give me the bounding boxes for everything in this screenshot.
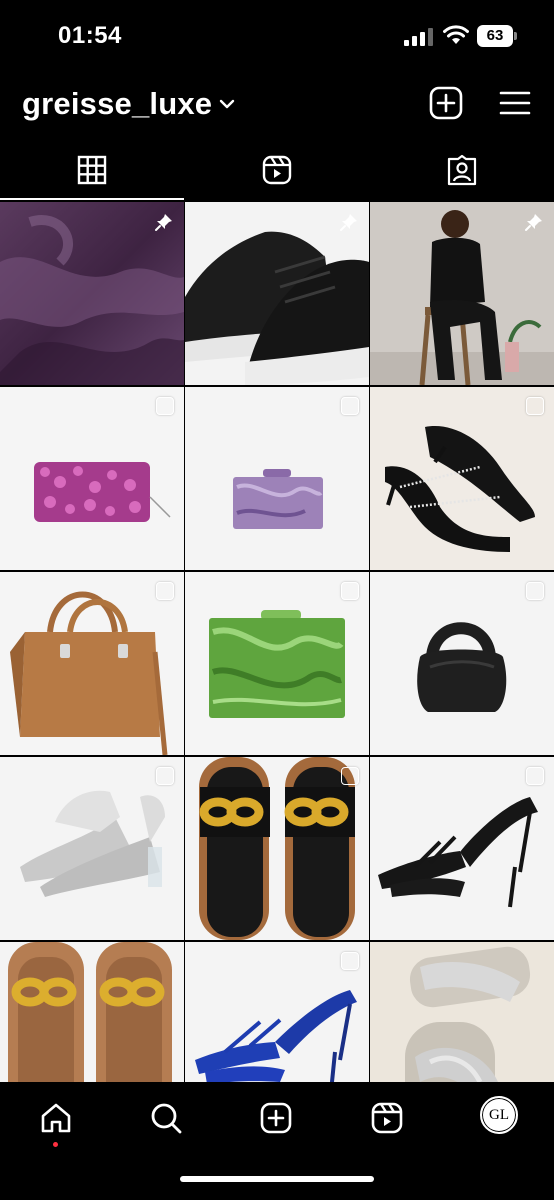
battery-indicator: 63	[477, 25, 517, 47]
select-checkbox[interactable]	[341, 952, 359, 970]
select-checkbox[interactable]	[156, 582, 174, 600]
post-tile-14[interactable]	[185, 942, 369, 1082]
bottom-tab-bar: GL	[0, 1082, 554, 1200]
post-image	[185, 387, 369, 570]
tab-tagged[interactable]	[370, 140, 554, 200]
post-image	[185, 757, 369, 940]
post-tile-4[interactable]	[0, 387, 184, 570]
battery-tip	[514, 32, 517, 40]
post-tile-15[interactable]	[370, 942, 554, 1082]
post-tile-10[interactable]	[0, 757, 184, 940]
nav-reels[interactable]	[367, 1098, 407, 1138]
reels-icon	[371, 1102, 403, 1134]
select-checkbox[interactable]	[341, 767, 359, 785]
home-icon	[41, 1103, 71, 1133]
profile-username: greisse_luxe	[22, 86, 213, 121]
tagged-icon	[447, 154, 477, 186]
post-image	[0, 387, 184, 570]
select-checkbox[interactable]	[341, 397, 359, 415]
select-checkbox[interactable]	[156, 397, 174, 415]
select-checkbox[interactable]	[341, 582, 359, 600]
post-image	[0, 572, 184, 755]
post-tile-6[interactable]	[370, 387, 554, 570]
reels-icon	[262, 155, 292, 185]
post-tile-3[interactable]	[370, 202, 554, 385]
post-image	[0, 757, 184, 940]
posts-grid	[0, 202, 554, 1082]
post-image	[370, 572, 554, 755]
nav-home[interactable]	[36, 1098, 76, 1138]
post-image	[185, 572, 369, 755]
pin-icon	[525, 214, 542, 231]
battery-level: 63	[477, 25, 513, 47]
create-post-icon[interactable]	[429, 86, 463, 120]
status-time: 01:54	[58, 22, 122, 49]
post-image	[370, 387, 554, 570]
post-tile-11[interactable]	[185, 757, 369, 940]
profile-tabs	[0, 140, 554, 200]
tab-posts-grid[interactable]	[0, 140, 184, 200]
create-icon	[260, 1102, 292, 1134]
pin-icon	[155, 214, 172, 231]
account-switcher[interactable]: greisse_luxe	[22, 86, 236, 122]
post-image	[370, 757, 554, 940]
post-tile-1[interactable]	[0, 202, 184, 385]
post-tile-12[interactable]	[370, 757, 554, 940]
post-tile-5[interactable]	[185, 387, 369, 570]
search-icon	[151, 1103, 182, 1134]
select-checkbox[interactable]	[526, 767, 544, 785]
status-bar: 01:54 63	[0, 0, 554, 72]
cellular-signal-icon	[404, 28, 433, 46]
post-tile-13[interactable]	[0, 942, 184, 1082]
post-tile-8[interactable]	[185, 572, 369, 755]
wifi-icon	[443, 25, 469, 44]
select-checkbox[interactable]	[156, 767, 174, 785]
menu-icon[interactable]	[498, 86, 532, 120]
profile-header: greisse_luxe	[0, 72, 554, 138]
active-tab-indicator	[0, 198, 184, 200]
profile-avatar[interactable]: GL	[480, 1096, 518, 1134]
post-tile-9[interactable]	[370, 572, 554, 755]
home-indicator	[180, 1176, 374, 1182]
nav-create[interactable]	[256, 1098, 296, 1138]
post-image	[370, 942, 554, 1082]
nav-search[interactable]	[146, 1098, 186, 1138]
post-image	[0, 942, 184, 1082]
post-tile-2[interactable]	[185, 202, 369, 385]
chevron-down-icon	[220, 99, 235, 109]
select-checkbox[interactable]	[526, 582, 544, 600]
select-checkbox[interactable]	[526, 397, 544, 415]
grid-icon	[77, 155, 107, 185]
notification-dot	[53, 1142, 58, 1147]
tab-reels[interactable]	[185, 140, 369, 200]
pin-icon	[340, 214, 357, 231]
post-tile-7[interactable]	[0, 572, 184, 755]
